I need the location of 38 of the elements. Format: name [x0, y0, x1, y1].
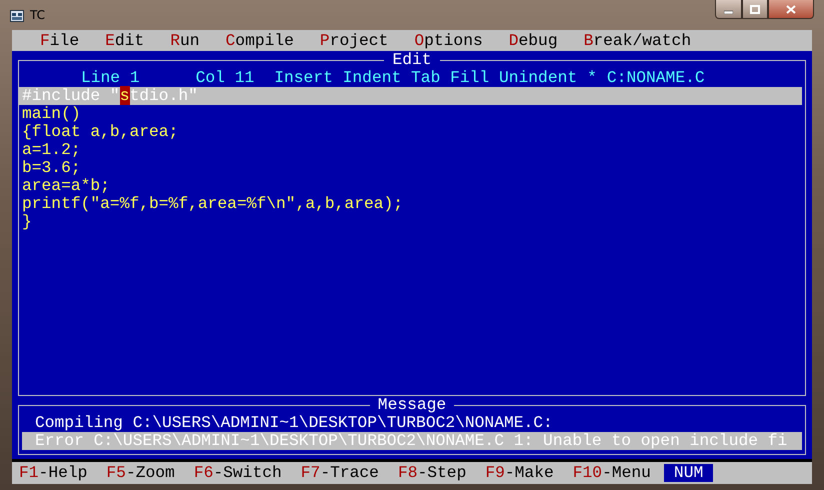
close-icon: [786, 4, 796, 14]
num-lock-indicator: NUM: [664, 464, 714, 482]
menu-item[interactable]: Options: [414, 32, 483, 50]
function-key[interactable]: F7-Trace: [300, 464, 379, 482]
app-icon: [10, 8, 24, 22]
code-line: b=3.6;: [21, 159, 82, 177]
menu-item[interactable]: Debug: [508, 32, 558, 50]
maximize-icon: [750, 4, 760, 14]
code-line: {float a,b,area;: [21, 123, 180, 141]
code-line: area=a*b;: [21, 177, 111, 195]
mode-flags: Insert Indent Tab Fill Unindent: [274, 69, 578, 87]
menu-item[interactable]: Run: [170, 32, 200, 50]
maximize-button[interactable]: [742, 0, 768, 19]
function-key[interactable]: F8-Step: [398, 464, 466, 482]
code-line: }: [21, 213, 33, 231]
code-line: main(): [21, 105, 82, 123]
menu-item[interactable]: Project: [320, 32, 388, 50]
function-key[interactable]: F5-Zoom: [106, 464, 175, 482]
code-line: a=1.2;: [21, 141, 82, 159]
function-key[interactable]: F6-Switch: [194, 464, 282, 482]
menu-item[interactable]: Break/watch: [584, 32, 692, 50]
panel-title: Message: [376, 396, 448, 414]
message-line: Compiling C:\USERS\ADMINI~1\DESKTOP\TURBOC2\NONAME.C:: [34, 414, 554, 432]
panel-title: Edit: [391, 51, 433, 69]
column-indicator: Col 11: [196, 69, 254, 87]
close-button[interactable]: [768, 0, 814, 19]
file-name: C:NONAME.C: [606, 69, 705, 87]
modified-marker-text: *: [587, 69, 597, 87]
code-line: printf("a=%f,b=%f,area=%f\n",a,b,area);: [21, 195, 404, 213]
function-key[interactable]: F10-Menu: [572, 464, 651, 482]
function-key[interactable]: F1-Help: [19, 464, 88, 482]
window-title: TC: [30, 8, 46, 22]
function-key[interactable]: F9-Make: [485, 464, 554, 482]
menu-item[interactable]: Compile: [226, 32, 294, 50]
minimize-button[interactable]: [715, 0, 742, 19]
line-indicator: Line 1: [81, 69, 140, 87]
menu-item[interactable]: File: [40, 32, 80, 50]
menu-item[interactable]: Edit: [105, 32, 144, 50]
